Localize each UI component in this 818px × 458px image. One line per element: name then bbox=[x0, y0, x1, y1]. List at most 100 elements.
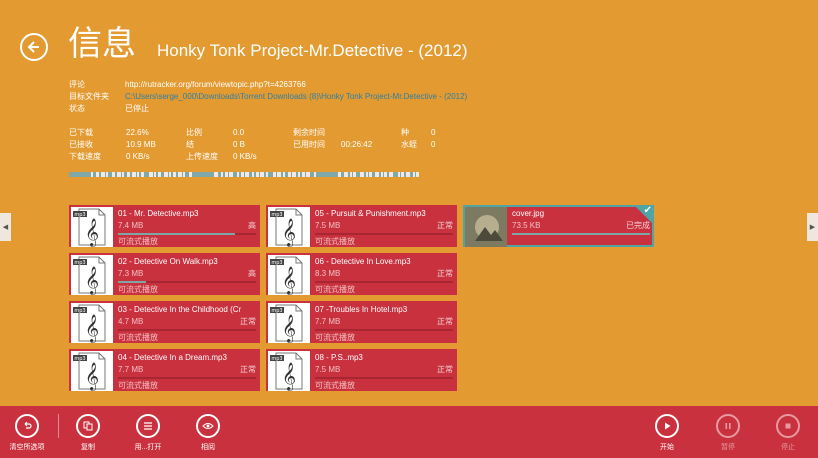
file-name: 04 - Detective In a Dream.mp3 bbox=[118, 353, 227, 362]
piece-segment bbox=[268, 172, 273, 177]
file-tile[interactable]: mp3 𝄞 03 - Detective In the Childhood (Cr 4… bbox=[69, 301, 260, 343]
scroll-left-button[interactable]: ◀ bbox=[0, 213, 11, 241]
file-name: 05 - Pursuit & Punishment.mp3 bbox=[315, 209, 426, 218]
stream-status: 可流式播放 bbox=[315, 381, 355, 390]
piece-segment bbox=[156, 172, 158, 177]
file-priority: 正常 bbox=[240, 317, 256, 326]
leechers-value: 0 bbox=[431, 140, 436, 149]
open-with-button[interactable]: 用...打开 bbox=[123, 414, 173, 452]
piece-segment bbox=[372, 172, 375, 177]
piece-segment bbox=[410, 172, 413, 177]
file-tile[interactable]: cover.jpg 73.5 KB 已完成 ✔ bbox=[463, 205, 654, 247]
pause-button[interactable]: 暂停 bbox=[703, 414, 753, 452]
leechers-label: 水蛭 bbox=[401, 140, 417, 149]
file-priority: 正常 bbox=[240, 365, 256, 374]
file-tile[interactable]: mp3 𝄞 01 - Mr. Detective.mp3 7.4 MB 高可流式播放 bbox=[69, 205, 260, 247]
uploaded-value: 0 B bbox=[233, 140, 246, 149]
stop-button[interactable]: 停止 bbox=[763, 414, 813, 452]
stream-status: 可流式播放 bbox=[315, 333, 355, 342]
view-button[interactable]: 相阅 bbox=[183, 414, 233, 452]
file-tile[interactable]: mp3 𝄞 02 - Detective On Walk.mp3 7.3 MB 高可流式… bbox=[69, 253, 260, 295]
file-tile[interactable]: mp3 𝄞 05 - Pursuit & Punishment.mp3 7.5 MB 正… bbox=[266, 205, 457, 247]
piece-segment bbox=[139, 172, 141, 177]
comment-value: http://rutracker.org/forum/viewtopic.php… bbox=[125, 80, 306, 89]
file-priority: 高 bbox=[248, 221, 256, 230]
piece-segment bbox=[364, 172, 366, 177]
file-size: 73.5 KB bbox=[512, 221, 541, 230]
svg-text:𝄞: 𝄞 bbox=[282, 314, 296, 343]
music-file-icon: mp3 𝄞 bbox=[268, 207, 310, 247]
stream-status: 可流式播放 bbox=[315, 237, 355, 246]
received-label: 已接收 bbox=[69, 140, 93, 149]
remaining-time-label: 剩余时间 bbox=[293, 128, 325, 137]
piece-segment bbox=[383, 172, 384, 177]
target-folder-link[interactable]: C:\Users\serge_000\Downloads\Torrent Dow… bbox=[125, 92, 467, 102]
piece-segment bbox=[305, 172, 306, 177]
start-button[interactable]: 开始 bbox=[642, 414, 692, 452]
file-name: 07 -Troubles In Hotel.mp3 bbox=[315, 305, 408, 314]
piece-segment bbox=[393, 172, 398, 177]
piece-segment bbox=[233, 172, 237, 177]
piece-segment bbox=[415, 172, 416, 177]
piece-segment bbox=[228, 172, 229, 177]
file-progress-track bbox=[315, 233, 453, 235]
piece-segment bbox=[291, 172, 292, 177]
file-tile[interactable]: mp3 𝄞 08 - P.S..mp3 7.5 MB 正常 可流式播放 bbox=[266, 349, 457, 391]
music-file-icon: mp3 𝄞 bbox=[268, 255, 310, 295]
piece-segment bbox=[182, 172, 183, 177]
piece-segment bbox=[69, 172, 91, 177]
page-title: 信息 bbox=[68, 24, 136, 64]
file-size: 7.7 MB bbox=[315, 317, 341, 326]
svg-text:𝄞: 𝄞 bbox=[85, 218, 99, 247]
file-tile[interactable]: mp3 𝄞 06 - Detective In Love.mp3 8.3 MB 正常 可流… bbox=[266, 253, 457, 295]
play-icon bbox=[665, 422, 671, 430]
svg-text:𝄞: 𝄞 bbox=[282, 362, 296, 391]
piece-segment bbox=[239, 172, 241, 177]
downloaded-label: 已下载 bbox=[69, 128, 93, 137]
stream-status: 可流式播放 bbox=[118, 381, 158, 390]
open-with-label: 用...打开 bbox=[134, 444, 162, 451]
file-progress-fill bbox=[118, 233, 236, 235]
clear-selection-button[interactable]: 清空所选项 bbox=[2, 414, 52, 452]
file-size: 7.4 MB bbox=[118, 221, 144, 230]
seeds-value: 0 bbox=[431, 128, 436, 137]
stream-status: 可流式播放 bbox=[315, 285, 355, 294]
list-icon bbox=[144, 422, 152, 430]
file-name: 06 - Detective In Love.mp3 bbox=[315, 257, 411, 266]
file-name: 01 - Mr. Detective.mp3 bbox=[118, 209, 199, 218]
music-file-icon: mp3 𝄞 bbox=[268, 351, 310, 391]
status-label: 状态 bbox=[69, 104, 85, 113]
download-speed-value: 0 KB/s bbox=[126, 152, 150, 161]
file-name: 02 - Detective On Walk.mp3 bbox=[118, 257, 218, 266]
stream-status: 可流式播放 bbox=[118, 285, 158, 294]
music-file-icon: mp3 𝄞 bbox=[71, 255, 113, 295]
file-tile[interactable]: mp3 𝄞 07 -Troubles In Hotel.mp3 7.7 MB 正常 可流式… bbox=[266, 301, 457, 343]
copy-label: 复制 bbox=[81, 444, 95, 451]
file-progress-track bbox=[315, 281, 453, 283]
file-progress-track bbox=[512, 233, 650, 235]
file-size: 7.7 MB bbox=[118, 365, 144, 374]
piece-segment bbox=[404, 172, 406, 177]
back-button[interactable] bbox=[20, 33, 48, 61]
check-icon: ✔ bbox=[643, 205, 652, 216]
copy-button[interactable]: 复制 bbox=[63, 414, 113, 452]
scroll-right-button[interactable]: ▶ bbox=[807, 213, 818, 241]
file-size: 7.5 MB bbox=[315, 365, 341, 374]
piece-segment bbox=[153, 172, 154, 177]
status-value: 已停止 bbox=[125, 104, 149, 113]
piece-segment bbox=[296, 172, 298, 177]
file-progress-track bbox=[118, 329, 256, 331]
piece-segment bbox=[249, 172, 252, 177]
file-progress-track bbox=[315, 329, 453, 331]
piece-segment bbox=[185, 172, 189, 177]
file-tile[interactable]: mp3 𝄞 04 - Detective In a Dream.mp3 7.7 MB 正… bbox=[69, 349, 260, 391]
file-progress-fill bbox=[512, 233, 650, 235]
piece-segment bbox=[168, 172, 169, 177]
piece-segment bbox=[244, 172, 245, 177]
piece-segment bbox=[108, 172, 112, 177]
piece-segment bbox=[368, 172, 369, 177]
received-value: 10.9 MB bbox=[126, 140, 156, 149]
piece-segment bbox=[176, 172, 178, 177]
elapsed-time-value: 00:26:42 bbox=[341, 140, 373, 149]
svg-text:𝄞: 𝄞 bbox=[282, 218, 296, 247]
